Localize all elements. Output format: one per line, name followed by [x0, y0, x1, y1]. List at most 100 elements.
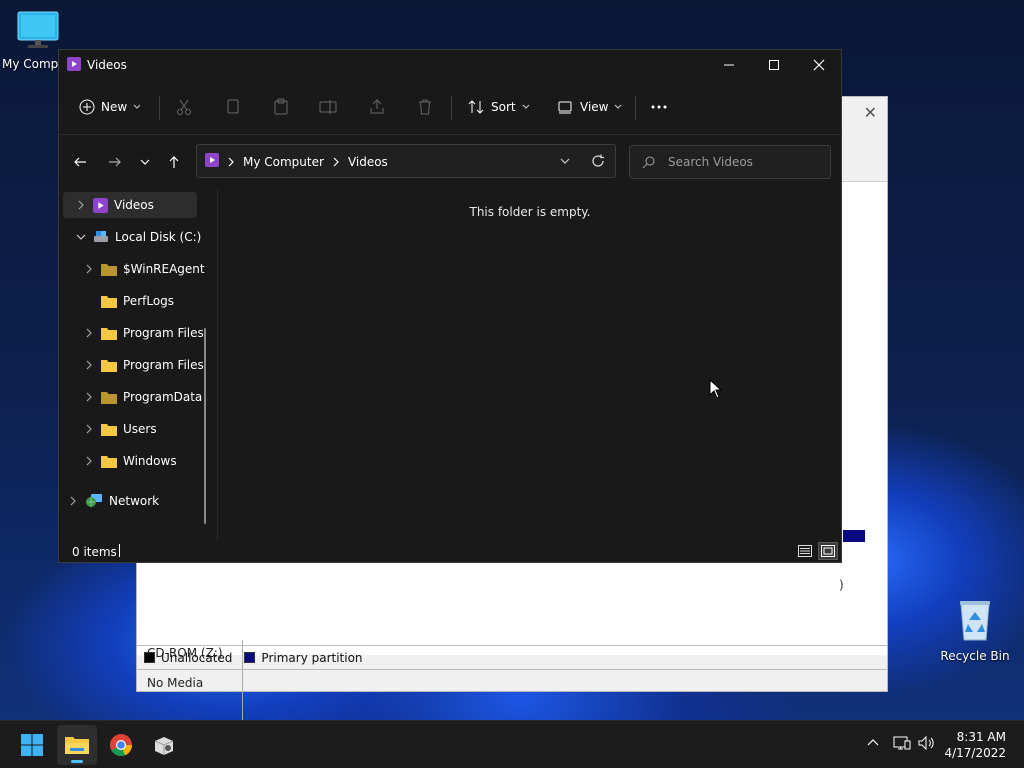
legend-primary: Primary partition: [261, 650, 363, 665]
breadcrumb-item[interactable]: Videos: [348, 155, 388, 169]
videos-icon: [67, 57, 81, 74]
empty-folder-message: This folder is empty.: [469, 205, 591, 219]
unallocated-swatch: [144, 652, 155, 663]
installer-icon: [154, 737, 174, 755]
active-indicator: [71, 760, 83, 763]
refresh-button[interactable]: [591, 154, 605, 171]
close-icon[interactable]: ✕: [864, 103, 877, 122]
view-button[interactable]: View: [556, 92, 622, 122]
breadcrumb-item[interactable]: My Computer: [243, 155, 324, 169]
address-bar[interactable]: My Computer Videos: [196, 144, 616, 178]
sort-label: Sort: [491, 100, 516, 114]
sort-button[interactable]: Sort: [467, 92, 530, 122]
clock[interactable]: 8:31 AM 4/17/2022: [944, 729, 1006, 761]
folder-icon: [101, 263, 117, 276]
file-explorer-icon: [65, 737, 89, 754]
up-button[interactable]: [162, 150, 186, 174]
tree-item-local-disk[interactable]: Local Disk (C:): [63, 224, 201, 250]
share-button[interactable]: [368, 92, 386, 122]
desktop-icon-recycle-bin[interactable]: Recycle Bin: [939, 598, 1011, 663]
more-options-button[interactable]: [650, 92, 668, 122]
chevron-down-icon: [522, 104, 529, 109]
navigation-scrollbar[interactable]: [204, 328, 206, 524]
recent-locations-button[interactable]: [133, 150, 157, 174]
taskbar-file-explorer[interactable]: [57, 725, 97, 765]
arrow-up-icon: [169, 156, 179, 168]
folder-icon: [101, 423, 117, 436]
chevron-down-icon: [615, 104, 622, 109]
tree-item-users[interactable]: Users: [81, 416, 157, 442]
chevron-right-icon[interactable]: [65, 496, 81, 506]
address-dropdown-button[interactable]: [559, 155, 571, 170]
status-bar: 0 items: [59, 540, 841, 562]
taskbar: 8:31 AM 4/17/2022: [0, 720, 1024, 768]
command-bar: New Sort View: [59, 88, 841, 128]
toolbar-separator: [159, 96, 160, 120]
chevron-right-icon[interactable]: [81, 456, 97, 466]
minimize-button[interactable]: [706, 50, 752, 80]
tiles-view-button[interactable]: [818, 542, 838, 560]
chevron-right-icon[interactable]: [81, 424, 97, 434]
copy-button[interactable]: [224, 92, 242, 122]
new-label: New: [101, 100, 128, 114]
chevron-down-icon[interactable]: [73, 233, 89, 241]
tree-item-videos[interactable]: Videos: [63, 192, 197, 218]
tree-item-label: Network: [109, 494, 160, 508]
title-bar[interactable]: Videos: [59, 50, 841, 80]
search-box[interactable]: [629, 145, 831, 179]
maximize-button[interactable]: [751, 50, 797, 80]
search-input[interactable]: [668, 153, 818, 171]
delete-button[interactable]: [416, 92, 434, 122]
start-icon: [21, 734, 43, 756]
tree-item-label: $WinREAgent: [123, 262, 205, 276]
tree-item-perflogs[interactable]: PerfLogs: [81, 288, 174, 314]
taskbar-installer[interactable]: [144, 725, 184, 765]
file-explorer-window[interactable]: Videos New Sort View My Computer Videos …: [58, 49, 842, 563]
details-view-button[interactable]: [795, 542, 815, 560]
network-tray-icon: [893, 736, 911, 750]
folder-icon: [101, 295, 117, 308]
network-status-button[interactable]: [893, 735, 911, 751]
tree-item-label: Local Disk (C:): [115, 230, 202, 244]
volume-button[interactable]: [918, 735, 936, 751]
rename-button[interactable]: [319, 92, 337, 122]
refresh-icon: [592, 154, 604, 167]
tree-item-program-files[interactable]: Program Files: [81, 320, 204, 346]
tree-item-program-files-x86[interactable]: Program Files: [81, 352, 204, 378]
tree-item-network[interactable]: Network: [65, 488, 159, 514]
taskbar-chrome[interactable]: [101, 725, 141, 765]
pane-divider[interactable]: [217, 190, 218, 540]
tree-item-windows[interactable]: Windows: [81, 448, 177, 474]
back-button[interactable]: [68, 150, 92, 174]
file-list-area[interactable]: This folder is empty.: [219, 190, 841, 540]
tree-item-programdata[interactable]: ProgramData: [81, 384, 202, 410]
close-button[interactable]: [796, 50, 841, 80]
desktop: My Compu Recycle Bin ✕ ) CD-ROM (Z:) No …: [0, 0, 1024, 720]
folder-icon: [101, 391, 117, 404]
paste-button[interactable]: [272, 92, 290, 122]
sort-icon: [468, 100, 484, 114]
chevron-down-icon: [133, 104, 141, 109]
show-hidden-icons-button[interactable]: [866, 735, 880, 749]
chevron-right-icon[interactable]: [81, 328, 97, 338]
background-status-bar: [137, 669, 887, 691]
chrome-icon: [110, 734, 133, 757]
monitor-icon: [17, 11, 59, 48]
new-button[interactable]: New: [79, 92, 141, 122]
item-count: 0 items: [72, 545, 117, 559]
forward-button[interactable]: [103, 150, 127, 174]
chevron-right-icon[interactable]: [81, 264, 97, 274]
tree-item-winreagent[interactable]: $WinREAgent: [81, 256, 205, 282]
delete-icon: [419, 99, 431, 115]
rename-icon: [319, 100, 337, 114]
mouse-cursor-icon: [709, 379, 723, 399]
chevron-right-icon: [333, 157, 339, 166]
tree-item-label: ProgramData: [123, 390, 203, 404]
tree-item-label: Windows: [123, 454, 177, 468]
chevron-right-icon[interactable]: [81, 360, 97, 370]
chevron-right-icon[interactable]: [73, 200, 89, 210]
cut-button[interactable]: [175, 92, 193, 122]
chevron-right-icon[interactable]: [81, 392, 97, 402]
start-button[interactable]: [12, 725, 52, 765]
close-icon: [813, 59, 825, 71]
